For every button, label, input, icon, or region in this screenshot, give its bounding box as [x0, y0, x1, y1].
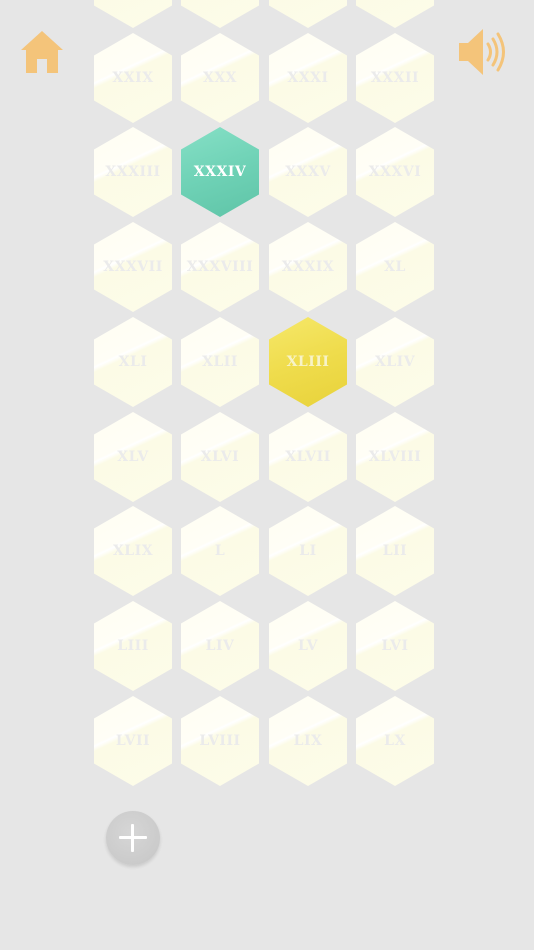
level-tile[interactable]: XXXVIII: [181, 222, 259, 312]
level-tile[interactable]: [94, 0, 172, 28]
level-tile[interactable]: LVI: [356, 601, 434, 691]
level-label: XLVII: [285, 449, 331, 465]
level-tile[interactable]: XXXII: [356, 33, 434, 123]
level-tile[interactable]: LII: [356, 506, 434, 596]
level-tile[interactable]: XXXV: [269, 127, 347, 217]
level-label: XXXVII: [103, 259, 163, 275]
level-tile[interactable]: LIII: [94, 601, 172, 691]
level-label: XLI: [118, 354, 148, 370]
level-tile[interactable]: LIV: [181, 601, 259, 691]
level-tile[interactable]: XLVIII: [356, 412, 434, 502]
level-tile[interactable]: XXXI: [269, 33, 347, 123]
level-tile[interactable]: XXXIV: [181, 127, 259, 217]
level-tile[interactable]: XLVI: [181, 412, 259, 502]
level-tile[interactable]: LI: [269, 506, 347, 596]
level-tile[interactable]: XL: [356, 222, 434, 312]
level-label: LIV: [205, 638, 235, 654]
level-tile[interactable]: XLV: [94, 412, 172, 502]
level-label: LII: [382, 543, 408, 559]
level-tile[interactable]: XXXIX: [269, 222, 347, 312]
level-tile[interactable]: XXIX: [94, 33, 172, 123]
level-label: XXXII: [370, 70, 420, 86]
level-label: XXX: [202, 70, 238, 86]
level-tile[interactable]: XXX: [181, 33, 259, 123]
level-tile[interactable]: LVII: [94, 696, 172, 786]
level-tile[interactable]: LIX: [269, 696, 347, 786]
level-label: XXXIV: [193, 164, 247, 180]
level-label: LI: [299, 543, 317, 559]
level-label: XXXVI: [368, 164, 422, 180]
level-label: LIX: [293, 733, 323, 749]
level-label: XLV: [117, 449, 149, 465]
level-label: XXXIII: [105, 164, 161, 180]
level-label: LVI: [381, 638, 409, 654]
level-label: XXXVIII: [186, 259, 254, 275]
level-grid: XXIX XXX XXXI XXXII XXXIII XXXIV XXXV XXXVI XXXV…: [0, 0, 534, 950]
level-tile[interactable]: XLI: [94, 317, 172, 407]
level-label: XLIV: [374, 354, 416, 370]
level-label: L: [214, 543, 226, 559]
level-tile[interactable]: XXXVII: [94, 222, 172, 312]
level-label: XLVI: [200, 449, 240, 465]
level-label: LVIII: [199, 733, 241, 749]
level-label: XXIX: [112, 70, 154, 86]
level-label: LIII: [117, 638, 149, 654]
level-label: XLIII: [286, 354, 330, 370]
level-label: XXXI: [287, 70, 329, 86]
add-button[interactable]: [106, 811, 160, 865]
level-label: XLVIII: [368, 449, 422, 465]
level-label: XLIX: [112, 543, 154, 559]
level-label: LX: [384, 733, 406, 749]
level-tile[interactable]: LVIII: [181, 696, 259, 786]
level-label: XLII: [202, 354, 238, 370]
level-label: LV: [297, 638, 319, 654]
level-tile[interactable]: LX: [356, 696, 434, 786]
level-tile[interactable]: XLIX: [94, 506, 172, 596]
level-tile[interactable]: L: [181, 506, 259, 596]
level-label: LVII: [115, 733, 151, 749]
level-tile[interactable]: XLIV: [356, 317, 434, 407]
level-label: XL: [384, 259, 406, 275]
level-label: XXXIX: [281, 259, 335, 275]
level-tile[interactable]: XXXVI: [356, 127, 434, 217]
level-tile[interactable]: LV: [269, 601, 347, 691]
level-tile[interactable]: [356, 0, 434, 28]
level-label: XXXV: [285, 164, 331, 180]
level-tile[interactable]: [269, 0, 347, 28]
level-tile[interactable]: XLIII: [269, 317, 347, 407]
level-tile[interactable]: [181, 0, 259, 28]
level-tile[interactable]: XLII: [181, 317, 259, 407]
level-tile[interactable]: XXXIII: [94, 127, 172, 217]
level-tile[interactable]: XLVII: [269, 412, 347, 502]
